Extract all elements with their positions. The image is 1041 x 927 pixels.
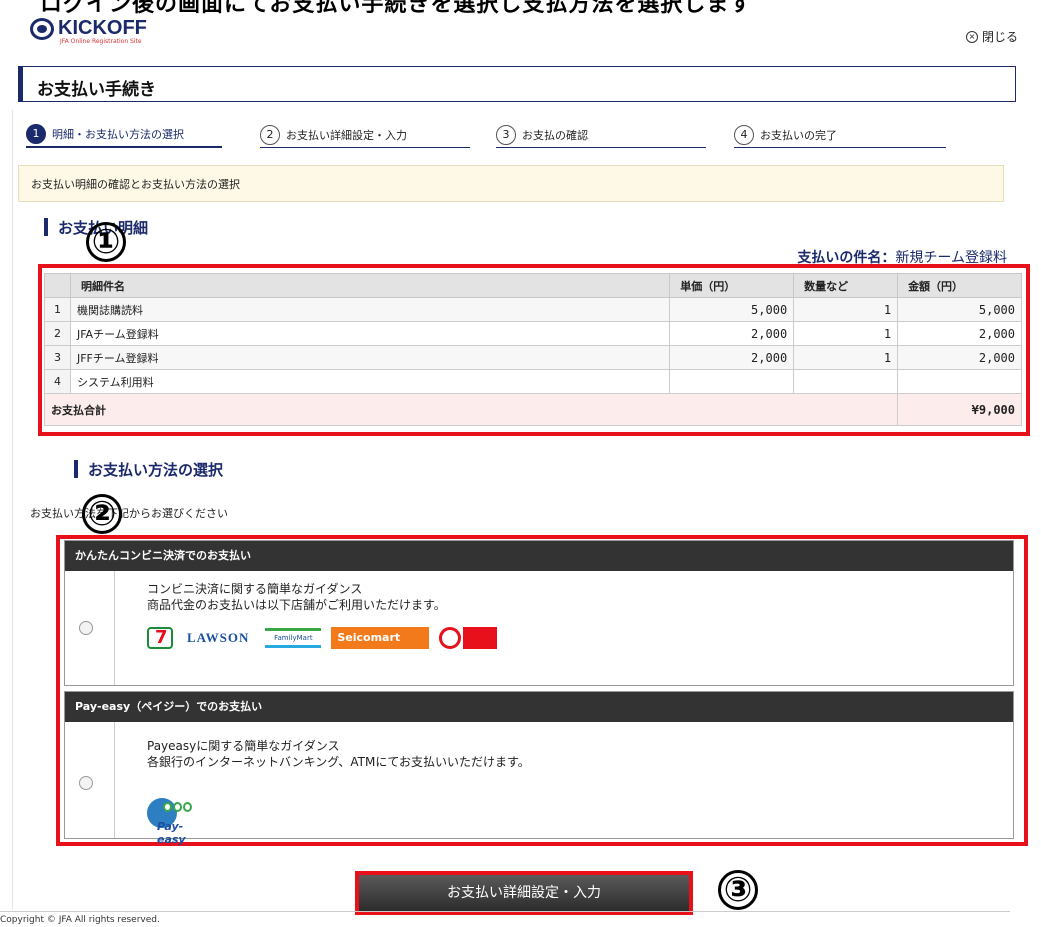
annotation-2: ② [82, 494, 122, 534]
row-name: JFAチーム登録料 [69, 321, 671, 346]
row-name: 機関誌購読料 [69, 297, 671, 322]
step-indicator: 1 明細・お支払い方法の選択 2 お支払い詳細設定・入力 3 お支払の確認 4 … [26, 122, 986, 152]
row-amount: 5,000 [897, 297, 1022, 322]
sunkus-logo [463, 627, 498, 649]
info-message: お支払い明細の確認とお支払い方法の選択 [18, 165, 1004, 202]
logo-subtitle: JFA Online Registration Site [60, 38, 142, 45]
step-label: お支払いの完了 [760, 128, 837, 142]
table-header-row: 明細件名 単価（円） 数量など 金額（円） [44, 273, 1022, 298]
method-body: コンビニ決済に関する簡単なガイダンス 商品代金のお支払いは以下店舗がご利用いただ… [65, 571, 1013, 685]
row-amount: 2,000 [897, 345, 1022, 370]
kickoff-logo-mark-icon [30, 18, 54, 40]
step-1: 1 明細・お支払い方法の選択 [26, 122, 222, 148]
row-name: システム利用料 [69, 369, 671, 394]
left-divider [12, 110, 13, 910]
seven-eleven-logo [147, 627, 173, 649]
method-description: コンビニ決済に関する簡単なガイダンス 商品代金のお支払いは以下店舗がご利用いただ… [147, 581, 446, 613]
store-logos: LAWSON FamilyMart Seicomart [147, 627, 498, 649]
footer-divider [0, 911, 1010, 912]
row-qty: 1 [793, 321, 899, 346]
row-index: 4 [44, 369, 71, 394]
step-label: 明細・お支払い方法の選択 [52, 128, 184, 141]
kickoff-logo[interactable]: KICKOFF JFA Online Registration Site [30, 18, 147, 46]
index-header [44, 273, 71, 298]
row-amount [897, 369, 1022, 394]
step-number: 1 [26, 124, 46, 144]
method-title: かんたんコンビニ決済でのお支払い [65, 541, 1013, 571]
page-title-bar: お支払い手続き [18, 66, 1016, 102]
pay-easy-radio[interactable] [79, 776, 93, 790]
step-number: 4 [734, 124, 754, 145]
convenience-store-radio[interactable] [79, 621, 93, 635]
step-4: 4 お支払いの完了 [734, 122, 946, 148]
method-title: Pay-easy（ペイジー）でのお支払い [65, 692, 1013, 722]
circle-k-logo [439, 627, 462, 649]
row-qty: 1 [793, 345, 899, 370]
method-heading: お支払い方法の選択 [74, 459, 223, 480]
familymart-logo: FamilyMart [265, 628, 322, 648]
col-header-amount: 金額（円） [897, 273, 1022, 298]
annotation-3: ③ [718, 870, 758, 910]
table-row: 2 JFAチーム登録料 2,000 1 2,000 [44, 321, 1022, 346]
pay-easy-logo-text: Pay-easy [157, 820, 186, 846]
row-price: 2,000 [669, 321, 795, 346]
step-number: 2 [260, 124, 280, 145]
table-row: 1 機関誌購読料 5,000 1 5,000 [44, 297, 1022, 322]
method-line-1: Payeasyに関する簡単なガイダンス [147, 739, 340, 753]
method-pay-easy[interactable]: Pay-easy（ペイジー）でのお支払い Payeasyに関する簡単なガイダンス… [64, 691, 1014, 846]
step-2: 2 お支払い詳細設定・入力 [260, 122, 470, 148]
close-icon: × [965, 30, 978, 43]
col-header-name: 明細件名 [69, 273, 671, 298]
radio-column [65, 722, 115, 838]
method-line-2: 商品代金のお支払いは以下店舗がご利用いただけます。 [147, 598, 446, 612]
copyright-footer: Copyright © JFA All rights reserved. [0, 915, 160, 925]
site-header: KICKOFF JFA Online Registration Site × 閉… [18, 12, 1028, 56]
col-header-price: 単価（円） [669, 273, 795, 298]
annotation-1: ① [86, 222, 126, 262]
method-description: Payeasyに関する簡単なガイダンス 各銀行のインターネットバンキング、ATM… [147, 738, 530, 770]
close-button[interactable]: × 閉じる [965, 28, 1018, 45]
close-label: 閉じる [981, 30, 1018, 44]
step-number: 3 [496, 124, 516, 145]
row-price: 5,000 [669, 297, 795, 322]
row-price [669, 369, 795, 394]
total-row: お支払合計 ¥9,000 [43, 393, 1022, 426]
col-header-qty: 数量など [793, 273, 899, 298]
radio-column [65, 571, 115, 685]
detail-table: 明細件名 単価（円） 数量など 金額（円） 1 機関誌購読料 5,000 1 5… [43, 273, 1022, 426]
method-line-1: コンビニ決済に関する簡単なガイダンス [147, 582, 363, 596]
row-qty: 1 [793, 297, 899, 322]
row-qty [793, 369, 899, 394]
row-price: 2,000 [669, 345, 795, 370]
table-row: 4 システム利用料 [44, 369, 1022, 394]
pay-easy-logo: Pay-easy [147, 798, 201, 846]
total-value: ¥9,000 [897, 393, 1022, 426]
row-name: JFFチーム登録料 [69, 345, 671, 370]
row-index: 3 [44, 345, 71, 370]
pay-easy-dots-icon [163, 802, 193, 814]
step-label: お支払の確認 [522, 128, 588, 142]
method-body: Payeasyに関する簡単なガイダンス 各銀行のインターネットバンキング、ATM… [65, 722, 1013, 846]
method-line-2: 各銀行のインターネットバンキング、ATMにてお支払いいただけます。 [147, 755, 530, 769]
method-note: お支払い方法を下記からお選びください [30, 507, 228, 520]
row-index: 2 [44, 321, 71, 346]
step-3: 3 お支払の確認 [496, 122, 706, 148]
logo-text: KICKOFF [58, 17, 147, 39]
total-label: お支払合計 [43, 393, 899, 426]
lawson-logo: LAWSON [187, 630, 250, 645]
submit-button[interactable]: お支払い詳細設定・入力 [359, 875, 689, 911]
row-index: 1 [44, 297, 71, 322]
step-label: お支払い詳細設定・入力 [286, 128, 407, 142]
page-title: お支払い手続き [37, 80, 156, 100]
table-row: 3 JFFチーム登録料 2,000 1 2,000 [44, 345, 1022, 370]
method-convenience-store[interactable]: かんたんコンビニ決済でのお支払い コンビニ決済に関する簡単なガイダンス 商品代金… [64, 540, 1014, 686]
row-amount: 2,000 [897, 321, 1022, 346]
seicomart-logo: Seicomart [331, 627, 430, 649]
